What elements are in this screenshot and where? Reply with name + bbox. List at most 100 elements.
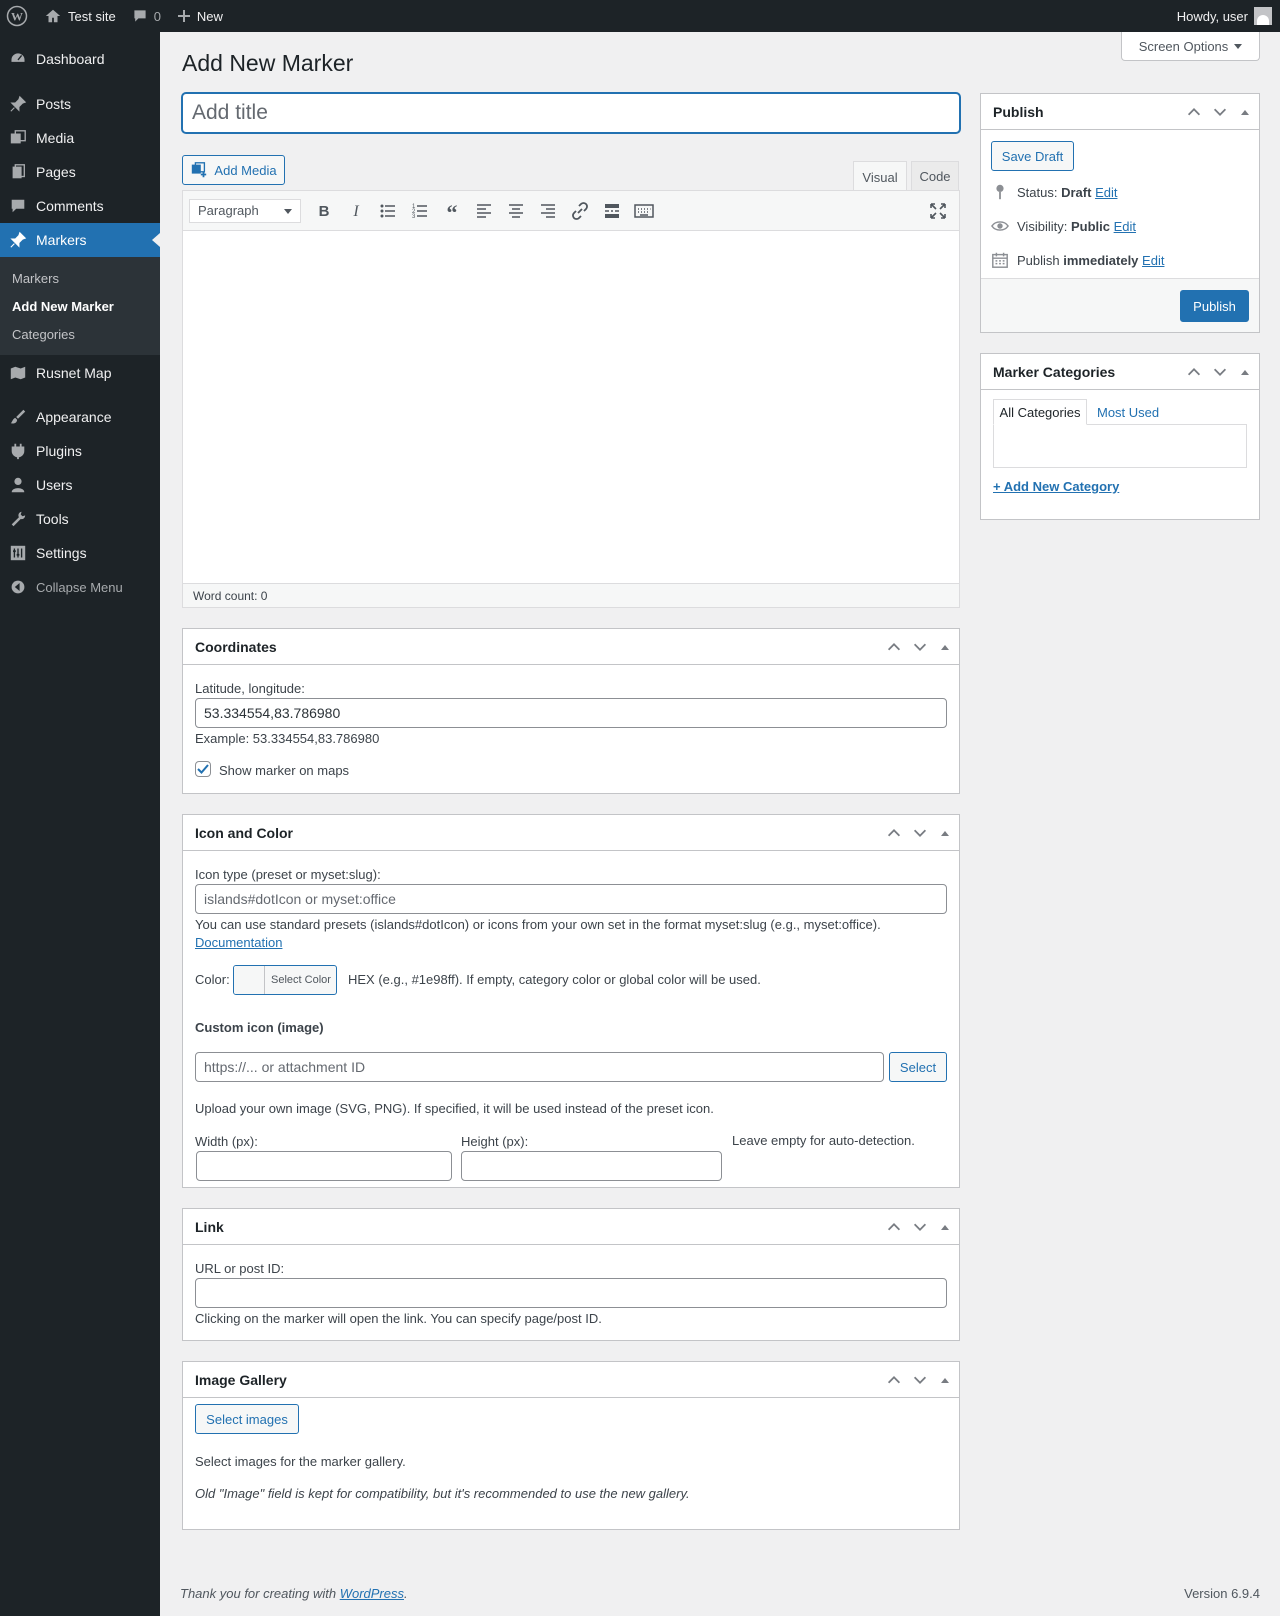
- sidebar-item-plugins[interactable]: Plugins: [0, 434, 160, 468]
- link-url-input[interactable]: [195, 1278, 947, 1308]
- sidebar-item-settings[interactable]: Settings: [0, 536, 160, 570]
- admin-bar: W Test site 0 New Howdy, user: [0, 0, 1280, 32]
- schedule-row: Publish immediately Edit: [991, 251, 1164, 269]
- save-draft-button[interactable]: Save Draft: [991, 141, 1074, 171]
- sidebar-item-media[interactable]: Media: [0, 121, 160, 155]
- link-help: Clicking on the marker will open the lin…: [195, 1311, 602, 1326]
- chevron-up-icon[interactable]: [885, 1371, 903, 1389]
- align-center-button[interactable]: [501, 196, 531, 226]
- wordpress-link[interactable]: WordPress: [340, 1586, 404, 1601]
- chevron-down-icon[interactable]: [1211, 103, 1229, 121]
- svg-text:“: “: [447, 201, 458, 221]
- chevron-up-icon[interactable]: [1185, 363, 1203, 381]
- sidebar-item-markers[interactable]: Markers: [0, 223, 160, 257]
- site-name-link[interactable]: Test site: [36, 0, 124, 32]
- submenu-categories[interactable]: Categories: [0, 320, 160, 348]
- toggle-panel-icon[interactable]: [941, 1377, 949, 1383]
- select-color-label: Select Color: [271, 974, 331, 986]
- width-input[interactable]: [196, 1151, 452, 1181]
- chevron-down-icon[interactable]: [911, 824, 929, 842]
- bold-button[interactable]: B: [309, 196, 339, 226]
- page-title: Add New Marker: [182, 50, 354, 76]
- sidebar-item-users[interactable]: Users: [0, 468, 160, 502]
- height-input[interactable]: [461, 1151, 722, 1181]
- tab-visual[interactable]: Visual: [853, 161, 907, 192]
- sidebar-item-pages[interactable]: Pages: [0, 155, 160, 189]
- sidebar-item-comments[interactable]: Comments: [0, 189, 160, 223]
- caret-down-icon: [1234, 43, 1243, 49]
- publish-header[interactable]: Publish: [981, 94, 1259, 130]
- tab-most-used[interactable]: Most Used: [1093, 399, 1159, 425]
- select-icon-label: Select: [899, 1059, 937, 1075]
- custom-icon-input[interactable]: [195, 1052, 884, 1082]
- sidebar-item-tools[interactable]: Tools: [0, 502, 160, 536]
- comments-link[interactable]: 0: [124, 0, 169, 32]
- chevron-up-icon[interactable]: [885, 824, 903, 842]
- submenu-add-new-marker[interactable]: Add New Marker: [0, 292, 160, 320]
- toggle-panel-icon[interactable]: [941, 1224, 949, 1230]
- tab-all-categories[interactable]: All Categories: [993, 399, 1087, 425]
- sidebar-item-posts[interactable]: Posts: [0, 87, 160, 121]
- edit-schedule-link[interactable]: Edit: [1142, 253, 1164, 268]
- blockquote-button[interactable]: “: [437, 196, 467, 226]
- image-gallery-header[interactable]: Image Gallery: [183, 1362, 959, 1398]
- chevron-down-icon[interactable]: [911, 1218, 929, 1236]
- italic-button[interactable]: I: [341, 196, 371, 226]
- fullscreen-button[interactable]: [923, 196, 953, 226]
- icon-type-input[interactable]: [195, 884, 947, 914]
- chevron-down-icon[interactable]: [1211, 363, 1229, 381]
- sidebar-item-appearance[interactable]: Appearance: [0, 400, 160, 434]
- submenu-markers[interactable]: Markers: [0, 264, 160, 292]
- footer-thanks-text: Thank you for creating with: [180, 1586, 340, 1601]
- chevron-down-icon[interactable]: [911, 638, 929, 656]
- select-images-button[interactable]: Select images: [195, 1404, 299, 1434]
- wordpress-logo[interactable]: W: [0, 0, 36, 32]
- new-content-link[interactable]: New: [169, 0, 231, 32]
- coordinates-header[interactable]: Coordinates: [183, 629, 959, 665]
- toolbar-toggle-button[interactable]: [629, 196, 659, 226]
- add-media-button[interactable]: Add Media: [182, 155, 285, 185]
- align-left-button[interactable]: [469, 196, 499, 226]
- tab-code[interactable]: Code: [911, 161, 959, 191]
- site-name: Test site: [68, 8, 116, 24]
- toggle-panel-icon[interactable]: [1241, 369, 1249, 375]
- documentation-link[interactable]: Documentation: [195, 935, 282, 950]
- comments-icon: [8, 197, 28, 215]
- users-icon: [8, 476, 28, 494]
- toggle-panel-icon[interactable]: [941, 830, 949, 836]
- sidebar-item-dashboard[interactable]: Dashboard: [0, 42, 160, 76]
- edit-visibility-link[interactable]: Edit: [1114, 219, 1136, 234]
- marker-categories-header[interactable]: Marker Categories: [981, 354, 1259, 390]
- editor-content-area[interactable]: [183, 231, 959, 583]
- link-header[interactable]: Link: [183, 1209, 959, 1245]
- edit-status-link[interactable]: Edit: [1095, 185, 1117, 200]
- show-on-maps-checkbox[interactable]: [195, 761, 211, 777]
- read-more-button[interactable]: [597, 196, 627, 226]
- coordinates-input[interactable]: [195, 698, 947, 728]
- icon-color-header[interactable]: Icon and Color: [183, 815, 959, 851]
- box-controls: [885, 815, 953, 851]
- color-label: Color:: [195, 972, 230, 987]
- add-new-category-link[interactable]: + Add New Category: [993, 479, 1119, 494]
- collapse-menu-button[interactable]: Collapse Menu: [0, 570, 160, 604]
- bullet-list-button[interactable]: [373, 196, 403, 226]
- select-color-button[interactable]: Select Color: [233, 965, 337, 995]
- numbered-list-button[interactable]: 123: [405, 196, 435, 226]
- toggle-panel-icon[interactable]: [941, 644, 949, 650]
- chevron-up-icon[interactable]: [885, 638, 903, 656]
- coordinates-title: Coordinates: [195, 638, 277, 655]
- select-icon-button[interactable]: Select: [889, 1052, 947, 1082]
- format-select[interactable]: Paragraph: [189, 198, 301, 223]
- toggle-panel-icon[interactable]: [1241, 109, 1249, 115]
- sidebar-item-label: Settings: [36, 545, 87, 561]
- screen-options-button[interactable]: Screen Options: [1121, 32, 1260, 61]
- publish-button[interactable]: Publish: [1180, 290, 1249, 322]
- my-account[interactable]: Howdy, user: [1177, 0, 1280, 32]
- chevron-down-icon[interactable]: [911, 1371, 929, 1389]
- align-right-button[interactable]: [533, 196, 563, 226]
- post-title-input[interactable]: [182, 93, 960, 133]
- insert-link-button[interactable]: [565, 196, 595, 226]
- chevron-up-icon[interactable]: [885, 1218, 903, 1236]
- sidebar-item-rusnet-map[interactable]: Rusnet Map: [0, 356, 160, 390]
- chevron-up-icon[interactable]: [1185, 103, 1203, 121]
